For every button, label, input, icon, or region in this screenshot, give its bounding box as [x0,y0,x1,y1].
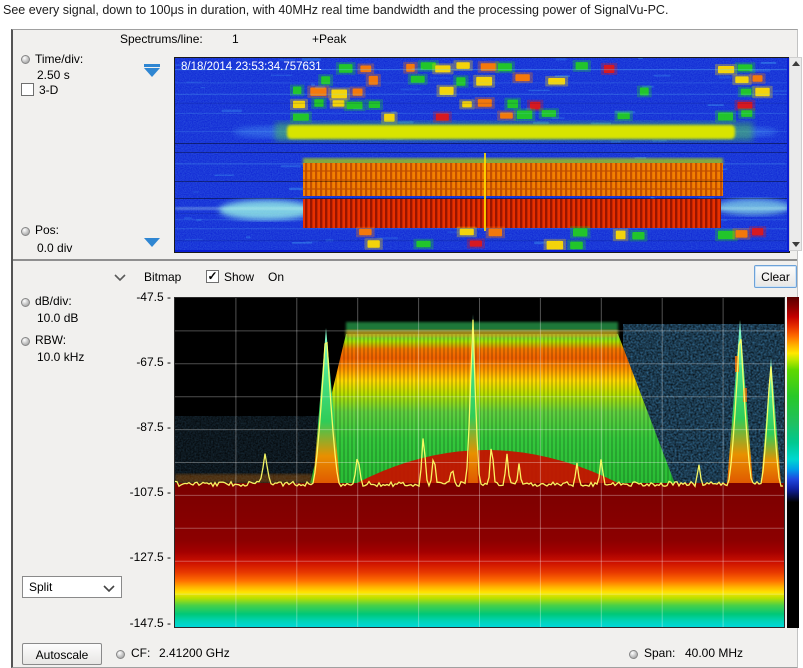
spectrogram-position-marker-icon[interactable] [144,238,160,247]
spectrogram-top-marker-icon[interactable] [144,68,160,77]
trace-type-selector[interactable]: Bitmap [144,270,181,284]
amplitude-tick: -47.5 - [109,290,171,304]
panel-divider [13,259,797,261]
rbw-label: RBW: [35,333,66,347]
amplitude-tick: -87.5 - [109,420,171,434]
time-per-div-label: Time/div: [35,52,83,66]
span-knob-icon[interactable] [629,650,638,659]
cf-value[interactable]: 2.41200 GHz [159,646,230,660]
intensity-colorbar [787,297,799,628]
show-checkbox-label: Show [224,270,254,284]
spectrogram-timestamp: 8/18/2014 23:53:34.757631 [181,61,322,73]
view-mode-select[interactable]: Split [22,576,122,598]
spectrum-image [175,298,784,627]
spectrogram-image [175,58,787,250]
clear-button[interactable]: Clear [754,265,797,288]
amplitude-tick: -127.5 - [109,550,171,564]
amplitude-tick: -67.5 - [109,355,171,369]
db-per-div-value[interactable]: 10.0 dB [37,311,78,325]
cf-label: CF: [131,646,150,660]
db-per-div-knob-icon[interactable] [21,298,30,307]
amplitude-tick: -147.5 - [109,616,171,630]
headline-caption: See every signal, down to 100μs in durat… [3,3,668,17]
pos-value[interactable]: 0.0 div [37,241,72,255]
db-per-div-label: dB/div: [35,294,72,308]
spectrogram-display[interactable]: 8/18/2014 23:53:34.757631 [174,57,790,253]
span-label: Span: [644,646,675,660]
autoscale-button[interactable]: Autoscale [22,643,102,665]
amplitude-tick: -107.5 - [109,485,171,499]
scroll-up-icon[interactable] [792,61,800,66]
spectrum-display[interactable] [174,297,785,628]
view-mode-value: Split [29,580,52,594]
rbw-value[interactable]: 10.0 kHz [37,350,84,364]
3d-checkbox[interactable] [21,83,34,96]
detector-selector[interactable]: +Peak [312,32,346,46]
spectrogram-top-marker-bar[interactable] [144,64,160,67]
spectrogram-scrollbar[interactable] [789,57,802,251]
spectrums-per-line-label: Spectrums/line: [120,32,203,46]
time-per-div-value[interactable]: 2.50 s [37,68,70,82]
chevron-down-icon [103,585,115,592]
span-value[interactable]: 40.00 MHz [685,646,743,660]
cf-knob-icon[interactable] [116,650,125,659]
pos-knob-icon[interactable] [21,227,30,236]
pos-label: Pos: [35,223,59,237]
3d-checkbox-label: 3-D [39,83,58,97]
spectrums-per-line-value[interactable]: 1 [232,32,239,46]
signalvu-window: Spectrums/line: 1 +Peak Time/div: 2.50 s… [11,29,798,668]
scroll-down-icon[interactable] [792,242,800,247]
time-per-div-knob-icon[interactable] [21,55,30,64]
rbw-knob-icon[interactable] [21,337,30,346]
collapse-chevron-icon[interactable] [113,274,127,282]
show-state-label: On [268,270,284,284]
show-checkbox[interactable]: ✓ [206,270,219,283]
